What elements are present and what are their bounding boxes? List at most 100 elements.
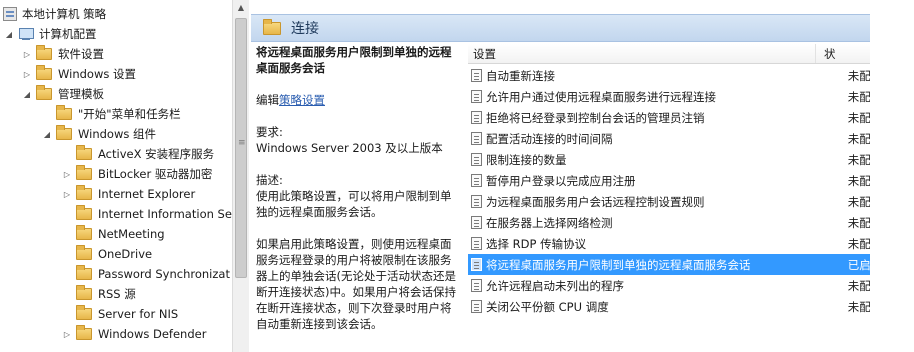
policy-setting-icon <box>471 237 482 250</box>
tree-item-software-settings[interactable]: ▷ 软件设置 <box>22 44 104 64</box>
tree-item-rss[interactable]: RSS 源 <box>76 284 136 304</box>
computer-icon <box>18 27 34 41</box>
setting-state: 未配 <box>847 278 870 293</box>
list-item[interactable]: 选择 RDP 传输协议 未配 <box>468 233 870 254</box>
grip-icon: ≡ <box>238 138 246 148</box>
description-title: 将远程桌面服务用户限制到单独的远程桌面服务会话 <box>256 45 452 75</box>
policy-setting-icon <box>471 174 482 187</box>
edit-policy-link[interactable]: 策略设置 <box>279 93 325 107</box>
tree-scrollbar[interactable]: ▲ ≡ <box>232 0 249 352</box>
setting-state: 未配 <box>847 299 870 314</box>
folder-icon <box>76 185 92 200</box>
section-title: 连接 <box>291 21 319 37</box>
description-label: 描述: <box>256 173 283 187</box>
setting-name: 配置活动连接的时间间隔 <box>486 131 613 146</box>
tree-item-label: NetMeeting <box>98 227 165 241</box>
list-item[interactable]: 拒绝将已经登录到控制台会话的管理员注销 未配 <box>468 107 870 128</box>
tree-item-windows-defender[interactable]: ▷ Windows Defender <box>62 324 206 344</box>
tree-item-windows-components[interactable]: ◢ Windows 组件 <box>42 124 156 144</box>
section-banner: 连接 <box>251 14 870 42</box>
settings-list: 设置 状 自动重新连接 未配 允许用户通过使用远程桌面服务进行远程连接 未配 拒… <box>468 44 870 352</box>
list-header: 设置 状 <box>468 44 870 64</box>
folder-icon <box>36 85 52 100</box>
collapsed-arrow-icon[interactable]: ▷ <box>62 190 72 199</box>
scrollbar-thumb[interactable]: ≡ <box>235 18 247 278</box>
tree-item-bitlocker[interactable]: ▷ BitLocker 驱动器加密 <box>62 164 212 184</box>
policy-setting-icon <box>471 279 482 292</box>
tree-item-label: "开始"菜单和任务栏 <box>78 107 181 121</box>
setting-name: 允许用户通过使用远程桌面服务进行远程连接 <box>486 89 716 104</box>
tree-item-label: Server for NIS <box>98 307 179 321</box>
collapsed-arrow-icon[interactable]: ▷ <box>22 50 32 59</box>
setting-state: 未配 <box>847 110 870 125</box>
collapsed-arrow-icon[interactable]: ▷ <box>62 170 72 179</box>
setting-state: 未配 <box>847 236 870 251</box>
tree-item-onedrive[interactable]: OneDrive <box>76 244 152 264</box>
tree-item-iis[interactable]: Internet Information Se <box>76 204 232 224</box>
requirements-label: 要求: <box>256 125 283 139</box>
tree-item-start-menu-taskbar[interactable]: "开始"菜单和任务栏 <box>56 104 181 124</box>
policy-setting-icon <box>471 132 482 145</box>
tree-item-label: 软件设置 <box>58 47 104 61</box>
tree-item-label: RSS 源 <box>98 287 136 301</box>
expanded-arrow-icon[interactable]: ◢ <box>22 90 32 99</box>
setting-name: 暂停用户登录以完成应用注册 <box>486 173 636 188</box>
folder-icon <box>76 325 92 340</box>
tree-item-password-sync[interactable]: Password Synchronizat <box>76 264 230 284</box>
tree-item-label: Windows Defender <box>98 327 207 341</box>
tree-item-label: OneDrive <box>98 247 153 261</box>
list-item[interactable]: 允许用户通过使用远程桌面服务进行远程连接 未配 <box>468 86 870 107</box>
setting-name: 拒绝将已经登录到控制台会话的管理员注销 <box>486 110 705 125</box>
setting-name: 自动重新连接 <box>486 68 555 83</box>
list-item[interactable]: 为远程桌面服务用户会话远程控制设置规则 未配 <box>468 191 870 212</box>
setting-name: 为远程桌面服务用户会话远程控制设置规则 <box>486 194 705 209</box>
list-item[interactable]: 关闭公平份额 CPU 调度 未配 <box>468 296 870 317</box>
tree-item-netmeeting[interactable]: NetMeeting <box>76 224 165 244</box>
list-item[interactable]: 配置活动连接的时间间隔 未配 <box>468 128 870 149</box>
tree-item-local-computer-policy[interactable]: 本地计算机 策略 <box>3 4 106 24</box>
list-item[interactable]: 自动重新连接 未配 <box>468 65 870 86</box>
list-item[interactable]: 限制连接的数量 未配 <box>468 149 870 170</box>
policy-setting-icon <box>471 111 482 124</box>
expanded-arrow-icon[interactable]: ◢ <box>4 30 14 39</box>
setting-name: 允许远程启动未列出的程序 <box>486 278 624 293</box>
description-block: 描述: 使用此策略设置，可以将用户限制到单独的远程桌面服务会话。 <box>256 172 456 220</box>
setting-state: 未配 <box>847 131 870 146</box>
list-item[interactable]: 允许远程启动未列出的程序 未配 <box>468 275 870 296</box>
list-item[interactable]: 在服务器上选择网络检测 未配 <box>468 212 870 233</box>
tree-item-windows-settings[interactable]: ▷ Windows 设置 <box>22 64 136 84</box>
requirements-value: Windows Server 2003 及以上版本 <box>256 141 443 155</box>
folder-icon <box>36 45 52 60</box>
folder-icon <box>36 65 52 80</box>
list-item-selected[interactable]: 将远程桌面服务用户限制到单独的远程桌面服务会话 已启 <box>468 254 870 275</box>
tree-item-administrative-templates[interactable]: ◢ 管理模板 <box>22 84 104 104</box>
collapsed-arrow-icon[interactable]: ▷ <box>62 330 72 339</box>
tree-item-activex[interactable]: ActiveX 安装程序服务 <box>76 144 214 164</box>
setting-name: 限制连接的数量 <box>486 152 567 167</box>
folder-icon <box>76 165 92 180</box>
policy-setting-icon <box>471 90 482 103</box>
folder-icon <box>56 105 72 120</box>
setting-state: 未配 <box>847 89 870 104</box>
tree-item-computer-configuration[interactable]: ◢ 计算机配置 <box>4 24 97 44</box>
policy-setting-icon <box>471 69 482 82</box>
setting-state: 未配 <box>847 173 870 188</box>
list-item[interactable]: 暂停用户登录以完成应用注册 未配 <box>468 170 870 191</box>
tree-item-label: BitLocker 驱动器加密 <box>98 167 213 181</box>
edit-policy-line: 编辑策略设置 <box>256 92 456 108</box>
tree-item-label: Internet Information Se <box>98 207 232 221</box>
folder-icon <box>76 285 92 300</box>
policy-setting-icon <box>471 153 482 166</box>
column-header-state[interactable]: 状 <box>816 44 836 63</box>
scroll-up-arrow-icon[interactable]: ▲ <box>233 0 249 16</box>
details-pane: 连接 将远程桌面服务用户限制到单独的远程桌面服务会话 编辑策略设置 要求: Wi… <box>251 0 914 352</box>
folder-icon <box>76 205 92 220</box>
collapsed-arrow-icon[interactable]: ▷ <box>22 70 32 79</box>
expanded-arrow-icon[interactable]: ◢ <box>42 130 52 139</box>
tree-item-internet-explorer[interactable]: ▷ Internet Explorer <box>62 184 195 204</box>
tree-item-server-for-nis[interactable]: Server for NIS <box>76 304 178 324</box>
setting-name: 在服务器上选择网络检测 <box>486 215 613 230</box>
folder-icon <box>76 265 92 280</box>
tree-item-label: 计算机配置 <box>39 27 97 41</box>
column-header-setting[interactable]: 设置 <box>468 44 816 63</box>
